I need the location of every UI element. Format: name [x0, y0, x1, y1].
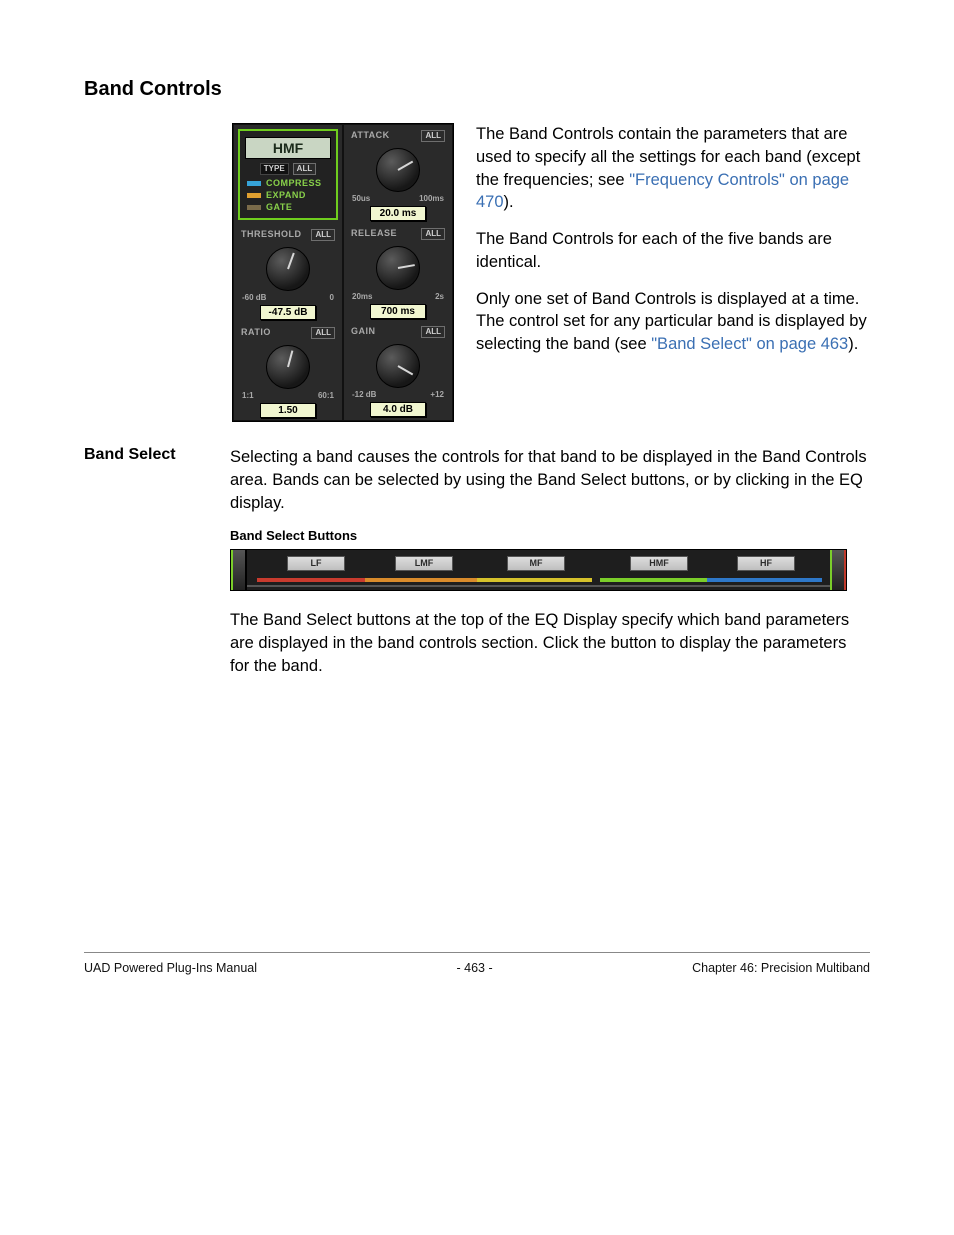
band-select-after-para: The Band Select buttons at the top of th…: [230, 609, 870, 677]
band-underline-hmf: [600, 578, 715, 582]
ratio-knob[interactable]: [266, 345, 310, 389]
para-text: ).: [848, 335, 858, 353]
type-all-button[interactable]: ALL: [293, 163, 317, 175]
attack-label: ATTACK: [351, 130, 390, 142]
para-2: The Band Controls for each of the five b…: [476, 228, 870, 274]
gate-swatch-icon: [247, 205, 261, 210]
gain-all-button[interactable]: ALL: [421, 326, 445, 338]
strip-edge-left-icon: [231, 550, 247, 590]
band-select-button-hmf[interactable]: HMF: [630, 556, 688, 571]
release-knob[interactable]: [376, 246, 420, 290]
band-select-button-lf[interactable]: LF: [287, 556, 345, 571]
page-footer: UAD Powered Plug-Ins Manual - 463 - Chap…: [84, 961, 870, 975]
range-min: 20ms: [352, 292, 372, 301]
band-select-button-lmf[interactable]: LMF: [395, 556, 453, 571]
range-min: 1:1: [242, 391, 254, 400]
range-max: 2s: [435, 292, 444, 301]
compress-swatch-icon: [247, 181, 261, 186]
ratio-label: RATIO: [241, 327, 271, 339]
para-text: ).: [504, 193, 514, 211]
band-underline-lf: [257, 578, 372, 582]
type-option-compress[interactable]: COMPRESS: [243, 178, 333, 188]
band-underline-lmf: [365, 578, 480, 582]
link-band-select[interactable]: "Band Select" on page 463: [651, 335, 848, 353]
type-option-gate[interactable]: GATE: [243, 202, 333, 212]
type-option-label: COMPRESS: [266, 178, 322, 188]
threshold-knob[interactable]: [266, 247, 310, 291]
threshold-label: THRESHOLD: [241, 229, 302, 241]
threshold-value[interactable]: -47.5 dB: [260, 305, 316, 320]
release-value[interactable]: 700 ms: [370, 304, 426, 319]
range-max: +12: [430, 390, 444, 399]
strip-underline: [247, 585, 830, 587]
range-min: -60 dB: [242, 293, 266, 302]
band-underline-mf: [477, 578, 592, 582]
band-select-strip: LF LMF MF HMF HF: [230, 549, 847, 591]
range-max: 60:1: [318, 391, 334, 400]
footer-center: - 463 -: [456, 961, 492, 975]
range-min: 50us: [352, 194, 370, 203]
section-heading: Band Controls: [84, 78, 870, 101]
band-select-label: Band Select: [84, 446, 204, 464]
release-all-button[interactable]: ALL: [421, 228, 445, 240]
range-max: 100ms: [419, 194, 444, 203]
type-option-label: EXPAND: [266, 190, 306, 200]
attack-all-button[interactable]: ALL: [421, 130, 445, 142]
gain-knob[interactable]: [376, 344, 420, 388]
band-controls-row: HMF TYPE ALL COMPRESS EXPAND: [232, 123, 870, 422]
attack-knob[interactable]: [376, 148, 420, 192]
type-option-expand[interactable]: EXPAND: [243, 190, 333, 200]
type-label: TYPE: [260, 163, 289, 175]
band-select-button-hf[interactable]: HF: [737, 556, 795, 571]
footer-rule: [84, 952, 870, 953]
ratio-all-button[interactable]: ALL: [311, 327, 335, 339]
footer-right: Chapter 46: Precision Multiband: [692, 961, 870, 975]
footer-left: UAD Powered Plug-Ins Manual: [84, 961, 257, 975]
band-select-section: Band Select Selecting a band causes the …: [84, 446, 870, 692]
band-underline-hf: [707, 578, 822, 582]
para-1: The Band Controls contain the parameters…: [476, 123, 870, 214]
band-controls-text: The Band Controls contain the parameters…: [476, 123, 870, 422]
release-label: RELEASE: [351, 228, 397, 240]
band-select-button-mf[interactable]: MF: [507, 556, 565, 571]
gain-value[interactable]: 4.0 dB: [370, 402, 426, 417]
type-option-label: GATE: [266, 202, 292, 212]
para-3: Only one set of Band Controls is display…: [476, 288, 870, 356]
expand-swatch-icon: [247, 193, 261, 198]
gain-label: GAIN: [351, 326, 376, 338]
band-name-display: HMF: [245, 137, 331, 159]
range-max: 0: [330, 293, 334, 302]
attack-value[interactable]: 20.0 ms: [370, 206, 426, 221]
threshold-all-button[interactable]: ALL: [311, 229, 335, 241]
band-controls-panel: HMF TYPE ALL COMPRESS EXPAND: [232, 123, 454, 422]
band-select-buttons-label: Band Select Buttons: [230, 528, 870, 543]
range-min: -12 dB: [352, 390, 376, 399]
ratio-value[interactable]: 1.50: [260, 403, 316, 418]
band-select-para: Selecting a band causes the controls for…: [230, 446, 870, 514]
strip-edge-right-icon: [830, 550, 846, 590]
